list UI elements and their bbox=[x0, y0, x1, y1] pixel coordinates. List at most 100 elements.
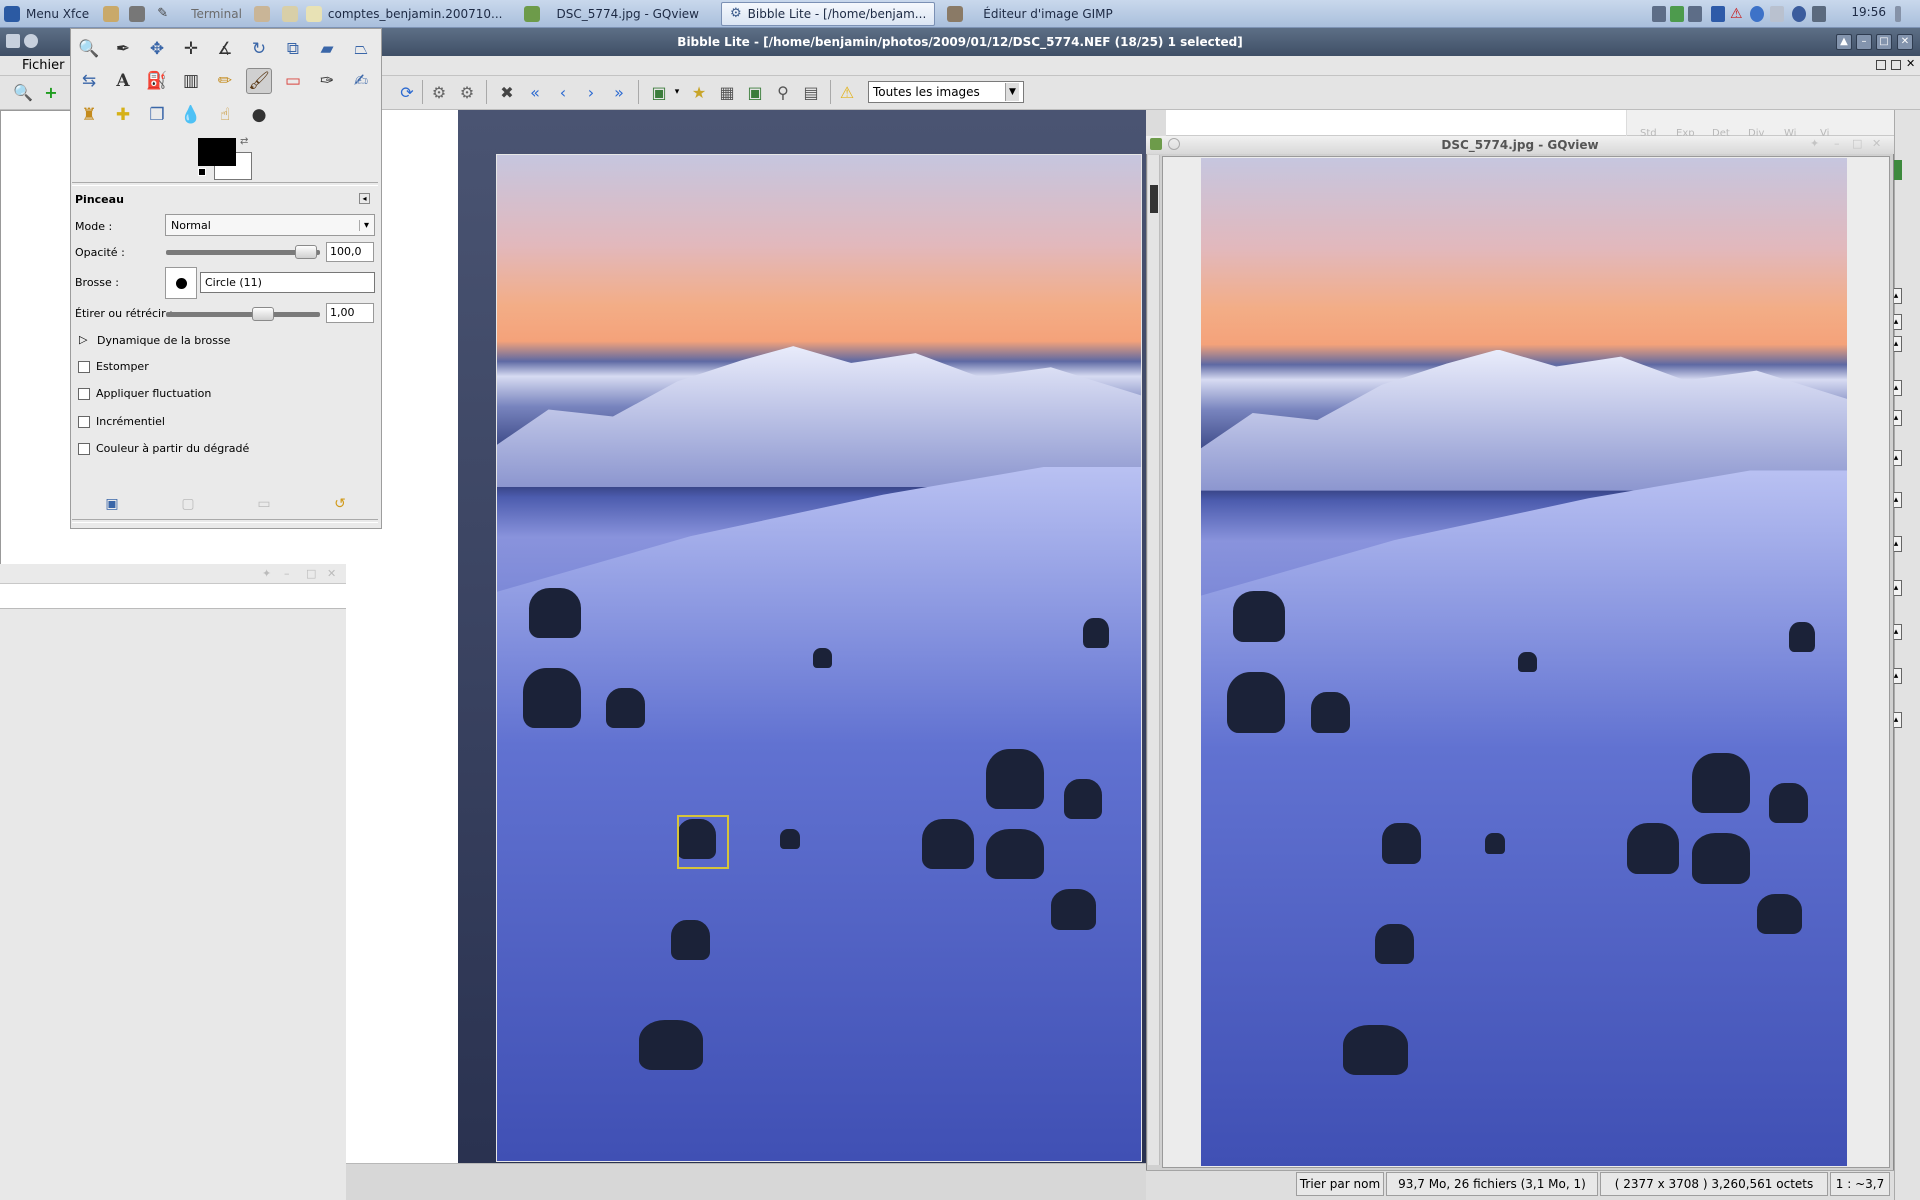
pencil-tool-icon[interactable]: ✏ bbox=[212, 68, 238, 94]
fluctuation-checkbox[interactable] bbox=[78, 388, 90, 400]
dialog-minimize-icon[interactable]: – bbox=[284, 567, 296, 580]
gqview-photo[interactable] bbox=[1201, 158, 1847, 1166]
scale-slider-handle[interactable] bbox=[252, 307, 274, 321]
next-image-icon[interactable]: › bbox=[580, 81, 602, 103]
update-icon[interactable] bbox=[1750, 6, 1764, 22]
gqview-app-icon[interactable] bbox=[1150, 138, 1162, 150]
dialog-maximize-icon[interactable]: □ bbox=[306, 567, 318, 580]
foreground-color-swatch[interactable] bbox=[198, 138, 236, 166]
gqview-close-icon[interactable]: ✕ bbox=[1872, 137, 1881, 150]
task-spreadsheet[interactable]: comptes_benjamin.200710... bbox=[298, 2, 511, 26]
dialog-pin-icon[interactable]: ✦ bbox=[262, 567, 274, 580]
rotate-tool-icon[interactable]: ↻ bbox=[246, 36, 272, 62]
eraser-tool-icon[interactable]: ▭ bbox=[280, 68, 306, 94]
launcher-mail-icon[interactable] bbox=[253, 5, 270, 22]
window-menu-icon[interactable] bbox=[6, 34, 20, 48]
incremental-checkbox[interactable] bbox=[78, 416, 90, 428]
gqview-pin-icon[interactable]: ✦ bbox=[1810, 137, 1819, 150]
estomper-checkbox[interactable] bbox=[78, 361, 90, 373]
menu-fichier[interactable]: Fichier bbox=[22, 58, 65, 73]
sort-button[interactable]: Trier par nom bbox=[1296, 1172, 1384, 1196]
opacity-field[interactable]: 100,0 bbox=[326, 242, 374, 262]
opacity-slider-handle[interactable] bbox=[295, 245, 317, 259]
gqview-minimize-icon[interactable]: – bbox=[1834, 137, 1840, 150]
scale-slider[interactable] bbox=[166, 312, 320, 317]
filter-icon[interactable]: ⚲ bbox=[772, 81, 794, 103]
dynamics-expander-icon[interactable]: ▷ bbox=[79, 333, 87, 346]
view-dropdown-icon[interactable]: ▾ bbox=[666, 81, 688, 103]
move-tool-icon[interactable]: ✥ bbox=[144, 36, 170, 62]
printer-icon[interactable] bbox=[1770, 6, 1784, 22]
xfce-menu-button[interactable]: Menu Xfce bbox=[0, 2, 97, 26]
task-terminal[interactable]: Terminal bbox=[183, 2, 250, 26]
launcher-search-icon[interactable] bbox=[281, 5, 298, 22]
brush-name-field[interactable]: Circle (11) bbox=[200, 272, 375, 293]
launcher-file-manager-icon[interactable] bbox=[103, 5, 120, 22]
add-icon[interactable]: + bbox=[40, 81, 62, 103]
tool-options-menu-icon[interactable]: ◂ bbox=[359, 193, 370, 204]
launcher-terminal-icon[interactable] bbox=[129, 5, 146, 22]
close-button[interactable]: ✕ bbox=[1897, 34, 1913, 50]
shade-button[interactable]: ▲ bbox=[1836, 34, 1852, 50]
heal-tool-icon[interactable]: ✚ bbox=[110, 102, 136, 128]
menubar-restore-icon[interactable] bbox=[1891, 60, 1901, 70]
perspective-clone-tool-icon[interactable]: ❐ bbox=[144, 102, 170, 128]
launcher-pencil-icon[interactable]: ✎ bbox=[157, 6, 173, 22]
menubar-close-icon[interactable]: ✕ bbox=[1906, 57, 1915, 70]
scale-field[interactable]: 1,00 bbox=[326, 303, 374, 323]
selection-marker[interactable] bbox=[677, 815, 729, 869]
clone-tool-icon[interactable]: ♜ bbox=[76, 102, 102, 128]
bibble-photo[interactable] bbox=[496, 154, 1142, 1162]
blend-tool-icon[interactable]: ▥ bbox=[178, 68, 204, 94]
brush-preview[interactable] bbox=[165, 267, 197, 299]
gqview-collapsed-sidebar[interactable] bbox=[1148, 155, 1160, 1165]
layout-icon[interactable]: ▤ bbox=[800, 81, 822, 103]
perspective-tool-icon[interactable]: ⏢ bbox=[348, 36, 374, 62]
refresh-icon[interactable]: ⟳ bbox=[396, 81, 418, 103]
restore-options-icon[interactable]: ▢ bbox=[180, 496, 196, 512]
reset-colors-icon[interactable] bbox=[198, 168, 206, 176]
warning-icon[interactable]: ⚠ bbox=[836, 81, 858, 103]
swap-colors-icon[interactable]: ⇄ bbox=[240, 136, 248, 147]
text-tool-icon[interactable]: A bbox=[110, 68, 136, 94]
maximize-button[interactable]: □ bbox=[1876, 34, 1892, 50]
blur-tool-icon[interactable]: 💧 bbox=[178, 102, 204, 128]
smudge-tool-icon[interactable]: ☝ bbox=[212, 102, 238, 128]
clock[interactable]: 19:56 bbox=[1851, 5, 1886, 19]
reset-options-icon[interactable]: ↺ bbox=[332, 496, 348, 512]
delete-options-icon[interactable]: ▭ bbox=[256, 496, 272, 512]
minimize-button[interactable]: – bbox=[1856, 34, 1872, 50]
airbrush-tool-icon[interactable]: ✑ bbox=[314, 68, 340, 94]
shear-tool-icon[interactable]: ▰ bbox=[314, 36, 340, 62]
measure-tool-icon[interactable]: ∡ bbox=[212, 36, 238, 62]
dialog-close-icon[interactable]: ✕ bbox=[327, 567, 339, 580]
gqview-maximize-icon[interactable]: □ bbox=[1852, 137, 1862, 150]
scale-tool-icon[interactable]: ⧉ bbox=[280, 36, 306, 62]
task-bibble[interactable]: ⚙ Bibble Lite - [/home/benjam... bbox=[720, 1, 936, 26]
delete-icon[interactable]: ✖ bbox=[496, 81, 518, 103]
first-image-icon[interactable]: « bbox=[524, 81, 546, 103]
last-image-icon[interactable]: » bbox=[608, 81, 630, 103]
gradient-color-checkbox[interactable] bbox=[78, 443, 90, 455]
paintbrush-tool-icon[interactable]: 🖌 bbox=[246, 68, 272, 94]
path-tool-icon[interactable]: ✒ bbox=[110, 36, 136, 62]
notification-icon[interactable] bbox=[1792, 6, 1806, 22]
dynamics-label[interactable]: Dynamique de la brosse bbox=[97, 334, 230, 347]
task-gqview[interactable]: DSC_5774.jpg - GQview bbox=[516, 2, 707, 26]
mode-select[interactable]: Normal ▾ bbox=[165, 214, 375, 236]
grid-view-icon[interactable]: ▦ bbox=[716, 81, 738, 103]
volume-icon[interactable] bbox=[1812, 6, 1826, 22]
previous-image-icon[interactable]: ‹ bbox=[552, 81, 574, 103]
stick-window-icon[interactable] bbox=[24, 34, 38, 48]
menubar-minimize-icon[interactable] bbox=[1876, 60, 1886, 70]
favorites-icon[interactable]: ★ bbox=[688, 81, 710, 103]
warning-icon[interactable]: ⚠ bbox=[1730, 6, 1744, 22]
gqview-stick-icon[interactable] bbox=[1168, 138, 1180, 150]
zoom-tool-icon[interactable]: 🔍 bbox=[76, 36, 102, 62]
task-gimp[interactable]: Éditeur d'image GIMP bbox=[939, 2, 1121, 26]
zoom-icon[interactable]: 🔍 bbox=[12, 81, 34, 103]
bucket-fill-tool-icon[interactable]: ⛽ bbox=[144, 68, 170, 94]
gqview-sidebar-handle-icon[interactable] bbox=[1150, 185, 1158, 213]
batch-icon[interactable]: ⚙ bbox=[456, 81, 478, 103]
align-tool-icon[interactable]: ✛ bbox=[178, 36, 204, 62]
